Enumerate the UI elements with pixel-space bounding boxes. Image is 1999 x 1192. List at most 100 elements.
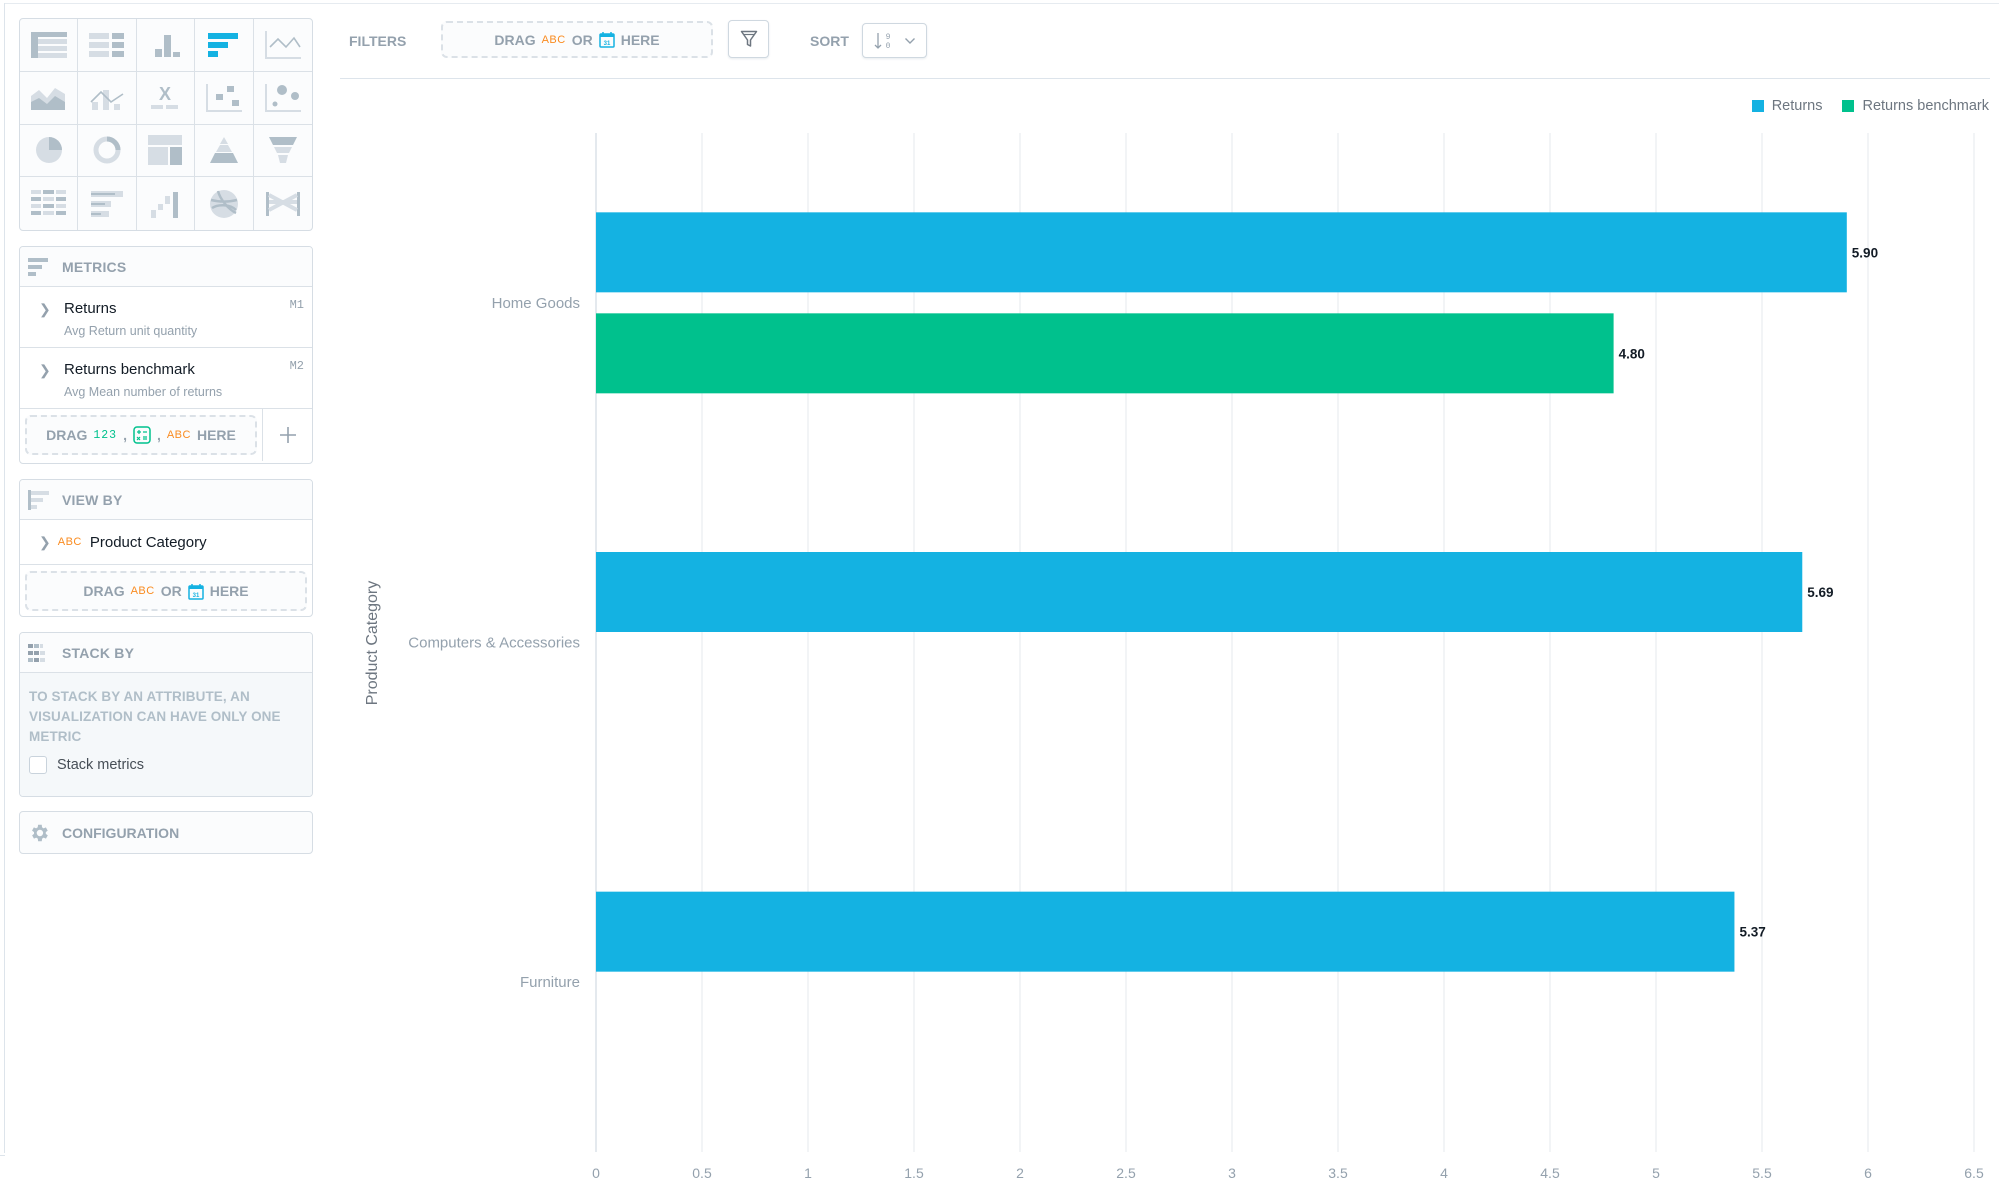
gear-icon — [32, 824, 48, 841]
bar-returns-home-goods[interactable] — [596, 212, 1847, 293]
calendar-icon: 31 — [598, 32, 615, 48]
chart-canvas: 5.90 4.80 5.69 5.37 Home Goods Computers & A… — [364, 133, 1984, 1181]
data-label: 5.37 — [1739, 925, 1765, 940]
dependency-wheel-icon — [209, 189, 238, 218]
configuration-panel[interactable]: CONFIGURATION — [19, 811, 313, 854]
viz-type-funnel[interactable] — [253, 125, 312, 178]
viz-type-sankey[interactable] — [254, 177, 312, 230]
configuration-title: CONFIGURATION — [62, 824, 180, 841]
chevron-right-icon[interactable]: ❯ — [39, 301, 51, 318]
chevron-right-icon[interactable]: ❯ — [39, 362, 51, 379]
x-tick-label: 3 — [1228, 1165, 1236, 1181]
viz-type-bullet[interactable]: X — [136, 71, 196, 125]
or-label: OR — [160, 583, 182, 599]
stack-metrics-option[interactable]: Stack metrics — [29, 756, 303, 774]
stack-by-header: STACK BY — [20, 633, 312, 673]
viz-type-headline[interactable] — [78, 19, 137, 72]
svg-text:0: 0 — [886, 42, 891, 51]
bar-returns-computers-accessories[interactable] — [596, 552, 1803, 632]
viz-type-area[interactable] — [20, 71, 79, 125]
chevron-down-icon — [904, 37, 915, 44]
viz-type-pie[interactable] — [20, 124, 79, 178]
sort-dropdown[interactable]: 9 0 — [862, 23, 927, 58]
heatmap-icon — [30, 189, 66, 215]
comma: , — [156, 427, 161, 443]
x-tick-label: 4 — [1440, 1165, 1448, 1181]
bar-returns-benchmark-home-goods[interactable] — [596, 313, 1614, 394]
metric-title: Returns — [64, 300, 117, 317]
metric-item-returns[interactable]: ❯ Returns Avg Return unit quantity M1 — [20, 287, 312, 348]
view-by-dropzone[interactable]: DRAG ABC OR 31 HERE — [25, 571, 307, 611]
viz-type-column[interactable] — [136, 19, 196, 72]
metric-subtitle: Avg Return unit quantity — [64, 324, 198, 338]
attribute-type-icon: ABC — [130, 585, 155, 597]
scatter-plot-icon — [205, 83, 242, 112]
x-tick-label: 5.5 — [1752, 1165, 1772, 1181]
treemap-icon — [148, 135, 183, 166]
category-label: Computers & Accessories — [408, 635, 580, 652]
viz-type-waterfall[interactable] — [137, 177, 196, 230]
x-axis-ticks: 0 0.5 1 1.5 2 2.5 3 3.5 4 4.5 5 5.5 6 6.5 — [592, 1165, 1984, 1181]
window-top-border — [4, 3, 1999, 4]
y-axis-title: Product Category — [364, 581, 381, 706]
legend-item-returns[interactable]: Returns — [1751, 98, 1823, 114]
metrics-dropzone[interactable]: DRAG 123 , , ABC HERE — [25, 415, 257, 455]
bullet-bar-icon — [91, 190, 124, 217]
sankey-chart-icon — [265, 191, 300, 216]
bullet-chart-icon: X — [151, 84, 179, 109]
viz-type-line[interactable] — [253, 19, 312, 72]
headline-icon — [89, 32, 125, 57]
stack-metrics-checkbox[interactable] — [29, 756, 47, 774]
legend-label: Returns — [1771, 98, 1823, 114]
x-tick-label: 0 — [592, 1165, 600, 1181]
x-tick-label: 5 — [1652, 1165, 1660, 1181]
view-by-panel: VIEW BY ❯ ABC Product Category DRAG ABC … — [19, 479, 313, 617]
chevron-right-icon[interactable]: ❯ — [39, 534, 51, 551]
or-label: OR — [571, 31, 593, 48]
x-tick-label: 0.5 — [692, 1165, 712, 1181]
x-tick-label: 1.5 — [904, 1165, 924, 1181]
combo-chart-icon — [90, 89, 124, 110]
category-label: Home Goods — [492, 295, 580, 312]
filters-dropzone[interactable]: DRAG ABC OR 31 HERE — [441, 21, 713, 58]
calendar-icon: 31 — [187, 583, 204, 600]
stack-by-message: TO STACK BY AN ATTRIBUTE, AN VISUALIZATI… — [29, 689, 281, 744]
data-label: 5.69 — [1807, 585, 1833, 600]
metrics-title: METRICS — [62, 258, 127, 275]
stack-by-panel: STACK BY TO STACK BY AN ATTRIBUTE, AN VI… — [19, 632, 313, 797]
comma: , — [123, 427, 127, 443]
stack-metrics-label: Stack metrics — [57, 757, 145, 773]
viz-type-heatmap[interactable] — [20, 177, 79, 230]
column-chart-icon — [155, 34, 181, 57]
attribute-type-icon: ABC — [57, 536, 82, 548]
bars — [596, 212, 1847, 972]
stack-by-body: TO STACK BY AN ATTRIBUTE, AN VISUALIZATI… — [20, 673, 312, 796]
viz-type-pyramid[interactable] — [195, 124, 254, 178]
measure-value-filter-button[interactable] — [728, 20, 769, 58]
sort-label: SORT — [810, 33, 849, 49]
svg-text:31: 31 — [603, 41, 610, 47]
viz-type-bullet-bar[interactable] — [78, 177, 137, 230]
metric-item-returns-benchmark[interactable]: ❯ Returns benchmark Avg Mean number of r… — [20, 348, 312, 409]
svg-text:X: X — [159, 84, 171, 104]
metrics-drop-row: DRAG 123 , , ABC HERE — [20, 409, 312, 461]
visualization-type-picker: X — [19, 18, 313, 231]
view-by-item-product-category[interactable]: ❯ ABC Product Category — [20, 520, 312, 565]
drag-label: DRAG — [494, 31, 536, 48]
viz-type-bubble[interactable] — [253, 72, 312, 125]
view-by-title: VIEW BY — [62, 491, 123, 508]
metric-id: M2 — [289, 359, 304, 373]
viz-type-table[interactable] — [20, 19, 79, 72]
viz-type-dependency-wheel[interactable] — [195, 177, 254, 230]
pyramid-chart-icon — [209, 137, 238, 164]
add-metric-button[interactable] — [262, 409, 312, 461]
viz-type-donut[interactable] — [78, 124, 137, 178]
viz-type-bar[interactable] — [195, 19, 254, 72]
category-label: Furniture — [520, 974, 580, 991]
legend-swatch-returns-benchmark — [1842, 100, 1855, 112]
viz-type-scatter[interactable] — [195, 71, 254, 125]
legend-item-returns-benchmark[interactable]: Returns benchmark — [1842, 98, 1989, 114]
viz-type-combo[interactable] — [78, 71, 137, 125]
bar-returns-furniture[interactable] — [596, 891, 1735, 972]
viz-type-treemap[interactable] — [136, 124, 196, 178]
